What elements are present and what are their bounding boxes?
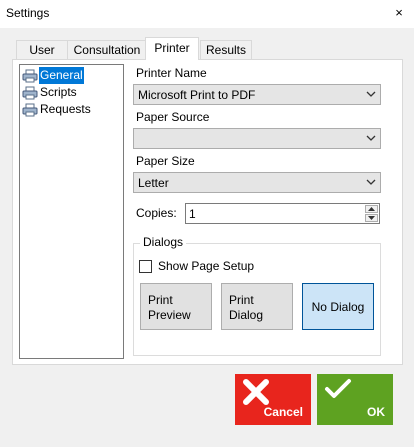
printer-icon: [22, 103, 38, 117]
tree-item-scripts[interactable]: Scripts: [22, 84, 78, 101]
print-dialog-button[interactable]: Print Dialog: [221, 283, 293, 330]
paper-size-label: Paper Size: [136, 154, 195, 168]
close-icon: [243, 379, 269, 405]
tree-item-label: Requests: [40, 102, 91, 116]
printer-name-select[interactable]: Microsoft Print to PDF: [133, 84, 381, 105]
chevron-down-icon: [366, 179, 376, 185]
title-bar: Settings ×: [0, 0, 414, 28]
chevron-down-icon: [368, 216, 375, 220]
copies-increment-button[interactable]: [365, 205, 378, 213]
tab-user[interactable]: User: [16, 40, 68, 59]
paper-source-select[interactable]: [133, 128, 381, 149]
printer-icon: [22, 69, 38, 83]
tab-printer[interactable]: Printer: [145, 37, 199, 60]
paper-size-value: Letter: [138, 176, 169, 190]
tree-item-general[interactable]: General: [22, 67, 84, 84]
checkmark-icon: [325, 379, 351, 398]
copies-value: 1: [189, 207, 196, 221]
ok-label: OK: [367, 405, 385, 419]
tree-item-requests[interactable]: Requests: [22, 101, 92, 118]
cancel-button[interactable]: Cancel: [235, 374, 311, 425]
tree-item-label: Scripts: [40, 85, 77, 99]
tree-item-label: General: [39, 67, 84, 84]
printer-name-value: Microsoft Print to PDF: [138, 88, 256, 102]
print-dialog-label: Print Dialog: [229, 293, 264, 322]
printer-tree[interactable]: General Scripts Requests: [19, 64, 124, 359]
printer-name-label: Printer Name: [136, 66, 207, 80]
copies-decrement-button[interactable]: [365, 214, 378, 222]
show-page-setup-checkbox[interactable]: [139, 260, 152, 273]
close-button[interactable]: ×: [388, 2, 410, 24]
copies-stepper[interactable]: 1: [185, 203, 380, 224]
chevron-down-icon: [366, 91, 376, 97]
printer-icon: [22, 86, 38, 100]
window-title: Settings: [6, 6, 50, 20]
print-preview-button[interactable]: Print Preview: [140, 283, 212, 330]
chevron-down-icon: [366, 135, 376, 141]
cancel-label: Cancel: [263, 405, 303, 419]
copies-label: Copies:: [136, 206, 177, 220]
no-dialog-label: No Dialog: [311, 300, 365, 314]
tab-results[interactable]: Results: [200, 40, 252, 59]
show-page-setup-label[interactable]: Show Page Setup: [158, 259, 254, 273]
tab-consultation[interactable]: Consultation: [67, 40, 147, 59]
chevron-up-icon: [368, 207, 375, 211]
no-dialog-button[interactable]: No Dialog: [302, 283, 374, 330]
print-preview-label: Print Preview: [148, 293, 191, 322]
paper-source-label: Paper Source: [136, 110, 210, 124]
ok-button[interactable]: OK: [317, 374, 393, 425]
paper-size-select[interactable]: Letter: [133, 172, 381, 193]
dialogs-group-label: Dialogs: [140, 235, 187, 249]
